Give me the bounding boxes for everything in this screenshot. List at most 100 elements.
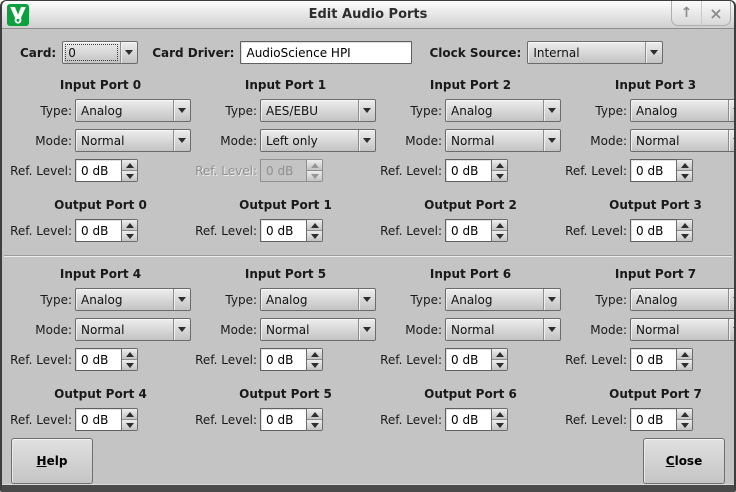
input-port-7-mode-select[interactable]: Normal: [630, 318, 736, 341]
dropdown-arrow-button[interactable]: [173, 100, 190, 121]
spin-down-button[interactable]: [122, 359, 137, 370]
input-port-2-type-select[interactable]: Analog: [445, 99, 561, 122]
input-port-0-mode-select[interactable]: Normal: [75, 129, 191, 152]
ref-level-input[interactable]: [445, 219, 491, 242]
dialog-button-row: Help Close: [11, 438, 725, 484]
triangle-down-icon: [126, 423, 134, 428]
ref-level-input[interactable]: [75, 348, 121, 371]
ref-level-input[interactable]: [75, 219, 121, 242]
input-port-3-mode-select[interactable]: Normal: [630, 129, 736, 152]
triangle-down-icon: [681, 234, 689, 239]
spin-up-button[interactable]: [677, 220, 692, 230]
ref-level-input[interactable]: [630, 348, 676, 371]
input-port-0-type-select[interactable]: Analog: [75, 99, 191, 122]
ref-level-input[interactable]: [260, 408, 306, 431]
input-port-1-mode-select[interactable]: Left only: [260, 129, 376, 152]
ref-level-input[interactable]: [630, 159, 676, 182]
input-port-2-mode-select[interactable]: Normal: [445, 129, 561, 152]
dropdown-arrow-button[interactable]: [728, 100, 736, 121]
spin-up-button[interactable]: [307, 220, 322, 230]
spin-down-button[interactable]: [677, 170, 692, 181]
close-window-button[interactable]: ×: [701, 1, 730, 25]
spin-up-button[interactable]: [122, 409, 137, 419]
port-title: Input Port 0: [8, 78, 193, 92]
spin-up-button[interactable]: [122, 220, 137, 230]
spin-down-button[interactable]: [307, 230, 322, 241]
spin-down-button[interactable]: [122, 170, 137, 181]
dropdown-arrow-button[interactable]: [173, 319, 190, 340]
input-port-6-mode-select[interactable]: Normal: [445, 318, 561, 341]
spin-buttons: [676, 219, 693, 242]
dropdown-arrow-button[interactable]: [728, 319, 736, 340]
spin-up-button[interactable]: [307, 409, 322, 419]
spin-down-button[interactable]: [677, 419, 692, 430]
spin-up-button[interactable]: [122, 160, 137, 170]
spin-up-button[interactable]: [677, 409, 692, 419]
close-button[interactable]: Close: [643, 438, 725, 484]
ref-level-input[interactable]: [445, 408, 491, 431]
dropdown-arrow-button[interactable]: [358, 289, 375, 310]
ref-level-input[interactable]: [260, 348, 306, 371]
spin-up-button[interactable]: [492, 349, 507, 359]
spin-down-button[interactable]: [122, 419, 137, 430]
spin-up-button[interactable]: [122, 349, 137, 359]
selected-mode: Normal: [76, 319, 173, 340]
spin-down-button[interactable]: [492, 230, 507, 241]
ref-level-input[interactable]: [630, 219, 676, 242]
card-driver-input[interactable]: [240, 41, 412, 64]
dropdown-arrow-button[interactable]: [173, 130, 190, 151]
shade-window-button[interactable]: ↑: [672, 1, 701, 25]
port-title: Input Port 2: [378, 78, 563, 92]
spin-up-button[interactable]: [307, 349, 322, 359]
dropdown-arrow-button[interactable]: [358, 100, 375, 121]
dropdown-arrow-button[interactable]: [120, 42, 137, 63]
dropdown-arrow-button[interactable]: [543, 100, 560, 121]
spin-up-button[interactable]: [492, 220, 507, 230]
spin-down-button[interactable]: [677, 230, 692, 241]
dropdown-arrow-button[interactable]: [358, 130, 375, 151]
ref-level-input[interactable]: [75, 159, 121, 182]
dropdown-arrow-button[interactable]: [173, 289, 190, 310]
ref-level-input[interactable]: [75, 408, 121, 431]
input-port-4-type-select[interactable]: Analog: [75, 288, 191, 311]
input-port-7-type-select[interactable]: Analog: [630, 288, 736, 311]
spin-down-button[interactable]: [307, 359, 322, 370]
dropdown-arrow-button[interactable]: [358, 319, 375, 340]
chevron-down-icon: [548, 108, 556, 113]
spin-down-button[interactable]: [492, 359, 507, 370]
selected-mode: Normal: [446, 130, 543, 151]
spin-down-button[interactable]: [492, 419, 507, 430]
triangle-up-icon: [126, 352, 134, 357]
spin-down-button[interactable]: [307, 170, 322, 181]
spin-up-button[interactable]: [492, 409, 507, 419]
ref-level-input[interactable]: [260, 219, 306, 242]
ref-level-input[interactable]: [445, 348, 491, 371]
dropdown-arrow-button[interactable]: [728, 289, 736, 310]
spin-down-button[interactable]: [307, 419, 322, 430]
spin-down-button[interactable]: [492, 170, 507, 181]
input-port-6-type-select[interactable]: Analog: [445, 288, 561, 311]
titlebar[interactable]: Edit Audio Ports ↑ ×: [2, 1, 734, 29]
input-port-4-mode-select[interactable]: Normal: [75, 318, 191, 341]
dropdown-arrow-button[interactable]: [645, 42, 662, 63]
spin-up-button[interactable]: [677, 349, 692, 359]
spin-up-button[interactable]: [492, 160, 507, 170]
card-select[interactable]: 0: [62, 41, 138, 64]
dropdown-arrow-button[interactable]: [728, 130, 736, 151]
ref-level-input[interactable]: [445, 159, 491, 182]
spin-up-button[interactable]: [307, 160, 322, 170]
input-port-5-type-select[interactable]: Analog: [260, 288, 376, 311]
ref-level-input[interactable]: [260, 159, 306, 182]
input-port-3-type-select[interactable]: Analog: [630, 99, 736, 122]
spin-down-button[interactable]: [122, 230, 137, 241]
input-port-5-mode-select[interactable]: Normal: [260, 318, 376, 341]
input-port-1-type-select[interactable]: AES/EBU: [260, 99, 376, 122]
dropdown-arrow-button[interactable]: [543, 289, 560, 310]
ref-level-input[interactable]: [630, 408, 676, 431]
dropdown-arrow-button[interactable]: [543, 130, 560, 151]
spin-up-button[interactable]: [677, 160, 692, 170]
spin-down-button[interactable]: [677, 359, 692, 370]
clock-source-select[interactable]: Internal: [527, 41, 663, 64]
dropdown-arrow-button[interactable]: [543, 319, 560, 340]
help-button[interactable]: Help: [11, 438, 93, 484]
